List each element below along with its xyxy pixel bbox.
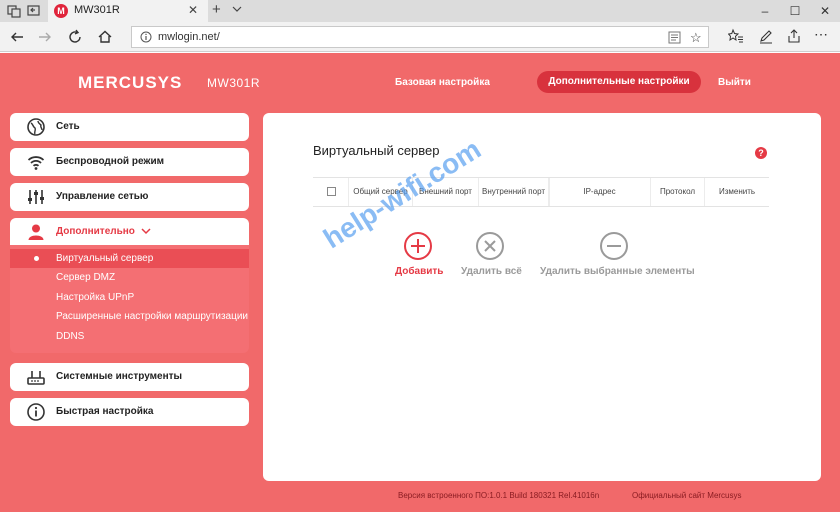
browser-tab-bar: M MW301R ✕ + – ☐ ✕ [0, 0, 840, 22]
plus-circle-icon[interactable] [403, 231, 433, 261]
submenu-item-ddns[interactable]: DDNS [10, 327, 249, 346]
close-window-button[interactable]: ✕ [810, 0, 840, 22]
tab-preview-icon[interactable] [6, 3, 22, 19]
reading-view-icon[interactable] [668, 31, 681, 44]
share-icon[interactable] [786, 28, 802, 44]
maximize-button[interactable]: ☐ [780, 0, 810, 22]
submenu-item-label: Сервер DMZ [56, 272, 116, 283]
set-aside-tabs-icon[interactable] [26, 3, 42, 19]
home-icon[interactable] [96, 28, 114, 46]
sidebar-item-advanced[interactable]: Дополнительно [10, 218, 249, 246]
back-arrow-icon[interactable] [8, 28, 26, 46]
delete-selected-label[interactable]: Удалить выбранные элементы [540, 266, 695, 277]
delete-all-label[interactable]: Удалить всё [461, 266, 522, 277]
router-admin-page: MERCUSYS MW301R Базовая настройка Дополн… [0, 53, 840, 512]
model-name: MW301R [207, 76, 261, 90]
active-dot-icon [34, 256, 39, 261]
sidebar-item-label: Дополнительно [56, 226, 135, 237]
sidebar-item-quick-setup[interactable]: Быстрая настройка [10, 398, 249, 426]
submenu-item-label: DDNS [56, 331, 85, 342]
router-icon [27, 371, 45, 385]
official-site-link[interactable]: Официальный сайт Mercusys [632, 491, 742, 500]
new-tab-icon[interactable]: + [212, 1, 221, 18]
firmware-version: Версия встроенного ПО:1.0.1 Build 180321… [398, 491, 600, 500]
sidebar-item-label: Быстрая настройка [56, 406, 154, 417]
url-text[interactable]: mwlogin.net/ [158, 31, 220, 43]
info-icon[interactable] [140, 31, 152, 43]
pen-notes-icon[interactable] [758, 28, 774, 44]
globe-icon [27, 118, 45, 136]
virtual-server-panel: Виртуальный сервер ? Общий сервер Внешни… [263, 113, 821, 481]
sidebar-item-network-control[interactable]: Управление сетью [10, 183, 249, 211]
sidebar-item-label: Беспроводной режим [56, 156, 165, 167]
table-header: Изменить [718, 187, 756, 196]
mercusys-favicon-icon: M [54, 4, 68, 18]
user-icon [28, 224, 44, 240]
more-options-icon[interactable]: ⋯ [814, 26, 830, 42]
sidebar-item-system-tools[interactable]: Системные инструменты [10, 363, 249, 391]
nav-advanced-settings[interactable]: Дополнительные настройки [537, 71, 701, 93]
add-label[interactable]: Добавить [395, 266, 443, 277]
submenu-item-upnp[interactable]: Настройка UPnP [10, 288, 249, 307]
favorites-list-icon[interactable] [728, 28, 744, 44]
select-all-column [313, 178, 349, 206]
tab-close-icon[interactable]: ✕ [188, 3, 198, 17]
url-field[interactable]: mwlogin.net/ ☆ [131, 26, 709, 48]
table-header: IP-адрес [549, 178, 651, 206]
sliders-icon [28, 190, 44, 204]
tab-title: MW301R [74, 4, 120, 16]
submenu-item-virtual-server[interactable]: Виртуальный сервер [10, 249, 249, 268]
sidebar-item-wireless[interactable]: Беспроводной режим [10, 148, 249, 176]
table-header: Протокол [651, 178, 705, 206]
browser-tab[interactable]: M MW301R ✕ [48, 0, 208, 22]
sidebar-item-label: Системные инструменты [56, 371, 183, 382]
minus-circle-icon[interactable] [599, 231, 629, 261]
mercusys-logo: MERCUSYS [78, 73, 183, 92]
minimize-button[interactable]: – [750, 0, 780, 22]
chevron-down-icon[interactable] [232, 4, 242, 14]
submenu-item-label: Расширенные настройки маршрутизации [56, 311, 248, 322]
nav-logout[interactable]: Выйти [718, 77, 751, 88]
wifi-icon [27, 156, 45, 170]
table-header: Внутренний порт [479, 178, 549, 206]
sidebar-item-label: Управление сетью [56, 191, 149, 202]
submenu-item-label: Настройка UPnP [56, 292, 135, 303]
select-all-checkbox[interactable] [327, 187, 336, 196]
info-icon [27, 403, 45, 421]
chevron-down-icon [141, 228, 151, 235]
page-title: Виртуальный сервер [313, 143, 440, 158]
submenu-item-routing[interactable]: Расширенные настройки маршрутизации [10, 307, 249, 326]
refresh-icon[interactable] [66, 28, 84, 46]
help-icon[interactable]: ? [755, 147, 767, 159]
delete-circle-icon[interactable] [475, 231, 505, 261]
sidebar-item-label: Сеть [56, 121, 80, 132]
submenu-item-label: Виртуальный сервер [56, 253, 154, 264]
submenu-item-dmz[interactable]: Сервер DMZ [10, 268, 249, 287]
advanced-submenu: Виртуальный сервер Сервер DMZ Настройка … [10, 245, 249, 353]
favorite-star-icon[interactable]: ☆ [690, 30, 702, 46]
browser-address-bar: mwlogin.net/ ☆ ⋯ [0, 22, 840, 52]
nav-basic-settings[interactable]: Базовая настройка [395, 77, 490, 88]
forward-arrow-icon[interactable] [36, 28, 54, 46]
sidebar-item-network[interactable]: Сеть [10, 113, 249, 141]
